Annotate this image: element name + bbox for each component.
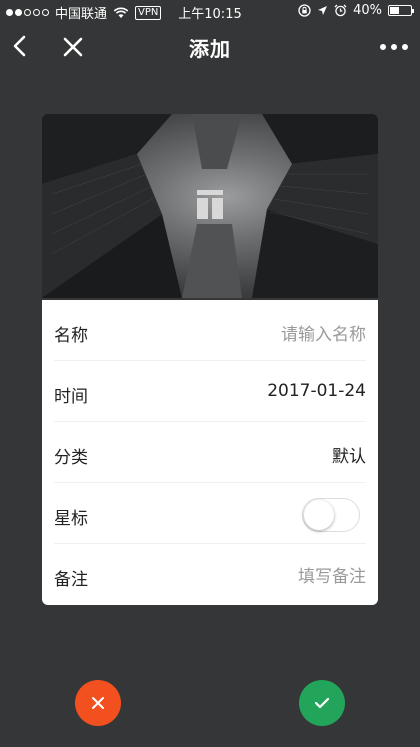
confirm-button[interactable] bbox=[299, 680, 345, 726]
time-label: 时间 bbox=[54, 387, 88, 407]
note-label: 备注 bbox=[54, 570, 88, 590]
name-label: 名称 bbox=[54, 326, 88, 346]
star-row: 星标 bbox=[42, 483, 378, 544]
category-label: 分类 bbox=[54, 448, 88, 468]
status-right: 40% bbox=[298, 3, 414, 18]
note-row[interactable]: 备注 填写备注 bbox=[42, 544, 378, 605]
star-toggle[interactable] bbox=[302, 498, 360, 532]
name-input[interactable]: 请输入名称 bbox=[281, 320, 366, 345]
name-row[interactable]: 名称 请输入名称 bbox=[42, 300, 378, 361]
status-bar: 中国联通 VPN 上午10:15 40% bbox=[0, 0, 420, 24]
alarm-icon bbox=[334, 4, 347, 17]
cover-image[interactable] bbox=[42, 114, 378, 298]
toggle-knob bbox=[304, 500, 334, 530]
battery-icon bbox=[388, 5, 414, 16]
page-title: 添加 bbox=[189, 37, 231, 61]
time-value[interactable]: 2017-01-24 bbox=[267, 381, 366, 401]
cancel-button[interactable] bbox=[75, 680, 121, 726]
close-icon bbox=[92, 697, 104, 709]
rotation-lock-icon bbox=[298, 4, 311, 17]
note-input[interactable]: 填写备注 bbox=[298, 562, 366, 587]
battery-percent: 40% bbox=[353, 3, 382, 18]
nav-bar: 添加 bbox=[0, 24, 420, 70]
time-row[interactable]: 时间 2017-01-24 bbox=[42, 361, 378, 422]
more-dots-icon[interactable] bbox=[380, 44, 408, 50]
category-value[interactable]: 默认 bbox=[332, 442, 366, 467]
form-card: 名称 请输入名称 时间 2017-01-24 分类 默认 星标 备注 填写备注 bbox=[42, 300, 378, 605]
category-row[interactable]: 分类 默认 bbox=[42, 422, 378, 483]
star-label: 星标 bbox=[54, 509, 88, 529]
location-icon bbox=[318, 6, 328, 15]
logo-icon bbox=[197, 190, 223, 219]
check-icon bbox=[314, 697, 330, 709]
